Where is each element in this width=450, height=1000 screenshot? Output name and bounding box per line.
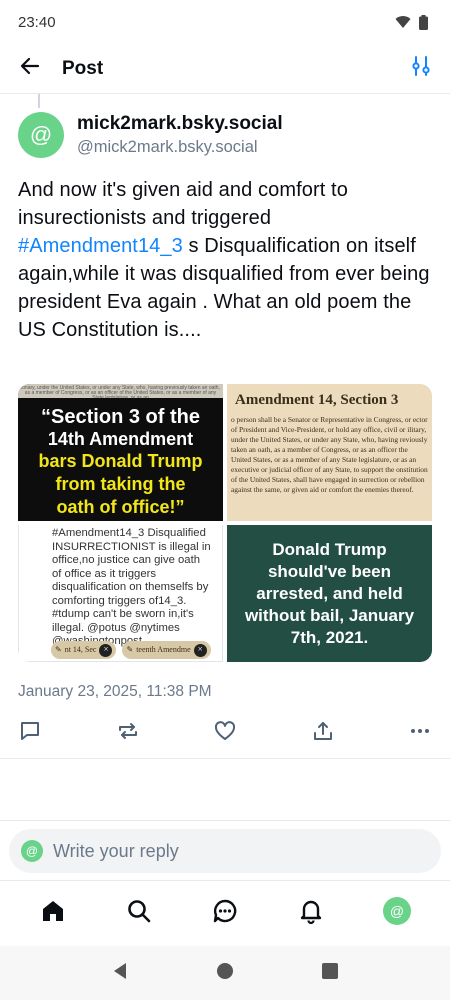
page-title: Post: [62, 57, 104, 79]
repost-icon[interactable]: [116, 719, 140, 743]
author-display-name[interactable]: mick2mark.bsky.social: [77, 113, 283, 135]
at-icon: @: [25, 844, 39, 858]
image-trump-arrest-text[interactable]: Donald Trump should've been arrested, an…: [227, 525, 432, 662]
image-section3-bars-trump[interactable]: ionary, under the United States, or unde…: [18, 384, 223, 521]
divider: [0, 758, 450, 759]
status-time: 23:40: [18, 13, 56, 31]
bottom-tab-bar: @: [0, 880, 450, 942]
image-4-text: Donald Trump should've been arrested, an…: [244, 539, 415, 647]
wifi-icon: [395, 16, 411, 28]
reply-input[interactable]: @ Write your reply: [9, 829, 441, 873]
image-1-line-5: oath of office!”: [56, 497, 185, 517]
image-3-text: #Amendment14_3 Disqualified INSURRECTION…: [52, 527, 211, 647]
hashtag-link[interactable]: #Amendment14_3: [18, 235, 183, 257]
avatar: @: [383, 897, 411, 925]
share-icon[interactable]: [311, 719, 335, 743]
image-1-line-3: bars Donald Trump: [38, 451, 203, 471]
top-header: Post: [0, 44, 450, 94]
post-actions: [18, 718, 432, 744]
divider: [0, 820, 450, 821]
like-heart-icon[interactable]: [213, 719, 237, 743]
image-1-line-4: from taking the: [55, 474, 186, 494]
image-1-line-2: 14th Amendment: [47, 429, 194, 449]
post-text: And now it's given aid and comfort to in…: [18, 176, 432, 344]
back-arrow-icon[interactable]: [18, 54, 42, 83]
image-3-chip-2: ✎ teenth Amendme ×: [122, 641, 211, 659]
thread-connector: [38, 94, 40, 108]
pencil-icon: ✎: [55, 645, 62, 655]
battery-icon: [419, 14, 428, 30]
reply-placeholder: Write your reply: [53, 840, 179, 861]
status-bar: 23:40: [0, 0, 450, 44]
search-icon[interactable]: [119, 891, 159, 931]
image-screenshot-post[interactable]: #Amendment14_3 Disqualified INSURRECTION…: [18, 525, 223, 662]
back-triangle-icon[interactable]: [112, 962, 128, 985]
author-handle[interactable]: @mick2mark.bsky.social: [77, 138, 283, 157]
notifications-bell-icon[interactable]: [291, 891, 331, 931]
image-3-chip-1: ✎ nt 14, Sec ×: [51, 641, 117, 659]
avatar[interactable]: @: [18, 112, 64, 158]
image-1-top-text: ionary, under the United States, or unde…: [18, 384, 223, 398]
pencil-icon: ✎: [126, 645, 134, 655]
reply-icon[interactable]: [18, 719, 42, 743]
more-options-icon[interactable]: [408, 719, 432, 743]
post-text-before: And now it's given aid and comfort to in…: [18, 179, 348, 229]
at-icon: @: [389, 903, 405, 919]
image-2-body: o person shall be a Senator or Represent…: [231, 415, 428, 494]
at-icon: @: [29, 122, 53, 147]
close-icon: ×: [193, 643, 207, 657]
image-amendment-text[interactable]: Amendment 14, Section 3 o person shall b…: [227, 384, 432, 521]
sliders-icon[interactable]: [410, 55, 432, 82]
post-timestamp: January 23, 2025, 11:38 PM: [18, 683, 212, 700]
close-icon: ×: [99, 643, 113, 657]
system-nav-bar: [0, 946, 450, 1000]
image-2-heading: Amendment 14, Section 3: [235, 392, 399, 408]
home-circle-icon[interactable]: [216, 962, 234, 985]
post-author[interactable]: @ mick2mark.bsky.social @mick2mark.bsky.…: [18, 112, 283, 158]
image-grid: ionary, under the United States, or unde…: [18, 384, 432, 662]
avatar: @: [21, 840, 43, 862]
home-icon[interactable]: [33, 891, 73, 931]
chat-icon[interactable]: [205, 891, 245, 931]
recents-square-icon[interactable]: [322, 962, 338, 984]
image-1-line-1: “Section 3 of the: [41, 406, 200, 428]
profile-tab[interactable]: @: [377, 891, 417, 931]
